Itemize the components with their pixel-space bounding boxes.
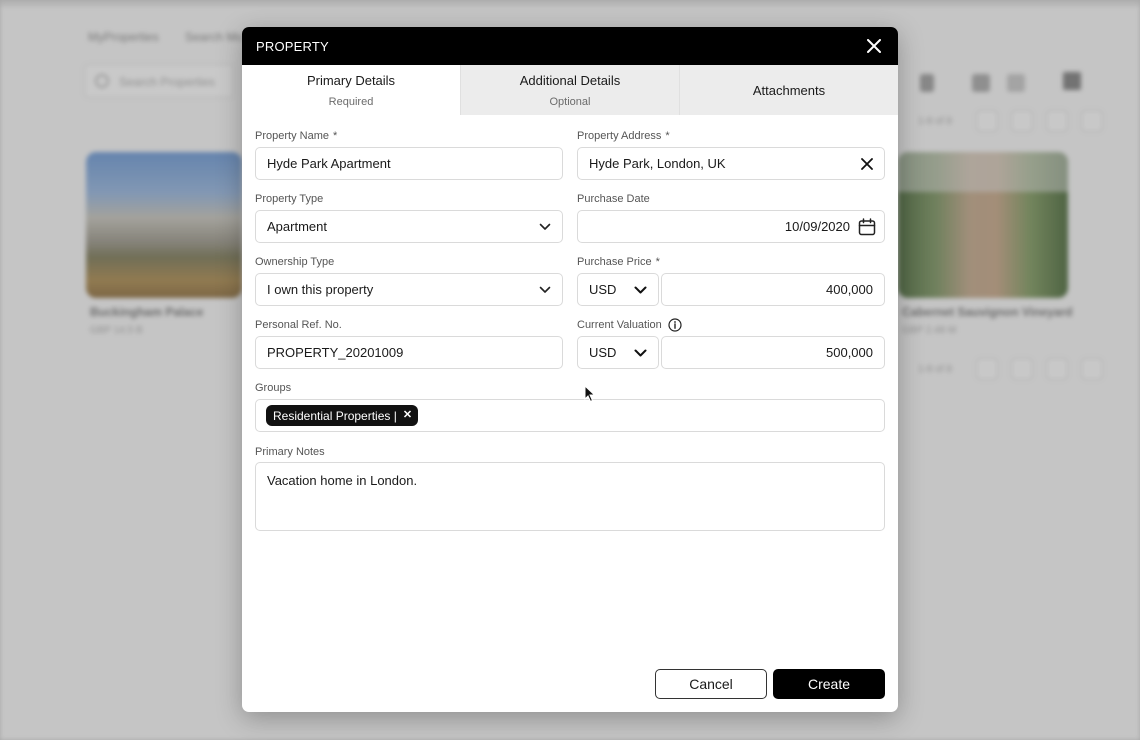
tab-sublabel: Optional [549, 95, 591, 108]
cancel-button[interactable]: Cancel [655, 669, 767, 699]
property-address-value: Hyde Park, London, UK [589, 156, 726, 171]
label-text: Property Name [255, 130, 329, 142]
current-valuation-value: 500,000 [826, 345, 873, 360]
property-name-input[interactable]: Hyde Park Apartment [255, 147, 563, 180]
tab-additional-details[interactable]: Additional Details Optional [460, 65, 679, 115]
personal-ref-input[interactable]: PROPERTY_20201009 [255, 336, 563, 369]
current-valuation-label: Current Valuation [577, 318, 682, 332]
close-icon [867, 39, 881, 53]
required-mark: * [332, 130, 338, 142]
tab-attachments[interactable]: Attachments [679, 65, 898, 115]
purchase-price-label: Purchase Price * [577, 256, 660, 268]
tab-label: Attachments [752, 82, 826, 98]
tab-primary-details[interactable]: Primary Details Required [242, 65, 460, 115]
ownership-type-value: I own this property [267, 282, 374, 297]
property-type-label: Property Type [255, 193, 323, 205]
property-type-value: Apartment [267, 219, 327, 234]
label-text: Purchase Date [577, 193, 650, 205]
label-text: Personal Ref. No. [255, 319, 342, 331]
tab-sublabel: Required [328, 95, 374, 108]
label-text: Ownership Type [255, 256, 335, 268]
current-valuation-currency-value: USD [589, 345, 617, 360]
required-mark: * [655, 256, 660, 268]
purchase-date-value: 10/09/2020 [784, 219, 850, 234]
clear-address-button[interactable] [861, 157, 873, 170]
remove-chip-icon[interactable]: ✕ [403, 410, 412, 421]
purchase-date-input[interactable]: 10/09/2020 [577, 210, 885, 243]
current-valuation-currency-select[interactable]: USD [577, 336, 659, 369]
personal-ref-value: PROPERTY_20201009 [267, 345, 404, 360]
purchase-price-currency-select[interactable]: USD [577, 273, 659, 306]
tab-bar: Primary Details Required Additional Deta… [242, 65, 898, 115]
label-text: Purchase Price [577, 256, 652, 268]
tab-label: Additional Details [519, 72, 621, 88]
property-name-label: Property Name * [255, 130, 337, 142]
required-mark: * [665, 130, 670, 142]
purchase-price-value: 400,000 [826, 282, 873, 297]
groups-input[interactable]: Residential Properties | ✕ [255, 399, 885, 432]
purchase-date-label: Purchase Date [577, 193, 650, 205]
current-valuation-input[interactable]: 500,000 [661, 336, 885, 369]
modal-header: PROPERTY [242, 27, 898, 65]
groups-label: Groups [255, 382, 291, 394]
primary-notes-label: Primary Notes [255, 446, 325, 458]
label-text: Property Address [577, 130, 662, 142]
ownership-type-select[interactable]: I own this property [255, 273, 563, 306]
tab-label: Primary Details [306, 72, 396, 88]
primary-notes-textarea[interactable]: Vacation home in London. [255, 462, 885, 531]
mouse-cursor-icon [584, 385, 596, 403]
label-text: Current Valuation [577, 319, 662, 331]
label-text: Groups [255, 382, 292, 394]
group-chip-label: Residential Properties | [273, 408, 397, 423]
chevron-down-icon [539, 223, 551, 231]
property-address-input[interactable]: Hyde Park, London, UK [577, 147, 885, 180]
primary-notes-value: Vacation home in London. [267, 473, 418, 488]
property-modal: PROPERTY Primary Details Required Additi… [242, 27, 898, 712]
chevron-down-icon [539, 286, 551, 294]
modal-title: PROPERTY [256, 38, 329, 54]
group-chip: Residential Properties | ✕ [266, 405, 419, 426]
info-icon[interactable] [668, 318, 682, 332]
create-button[interactable]: Create [773, 669, 885, 699]
property-address-label: Property Address * [577, 130, 670, 142]
label-text: Property Type [255, 193, 324, 205]
purchase-price-currency-value: USD [589, 282, 617, 297]
personal-ref-label: Personal Ref. No. [255, 319, 342, 331]
chevron-down-icon [634, 349, 647, 357]
calendar-button[interactable] [858, 217, 876, 236]
close-button[interactable] [864, 36, 884, 56]
label-text: Primary Notes [255, 446, 325, 458]
property-name-value: Hyde Park Apartment [267, 156, 391, 171]
ownership-type-label: Ownership Type [255, 256, 334, 268]
property-type-select[interactable]: Apartment [255, 210, 563, 243]
calendar-icon [858, 217, 876, 235]
purchase-price-input[interactable]: 400,000 [661, 273, 885, 306]
clear-icon [861, 157, 873, 170]
chevron-down-icon [634, 286, 647, 294]
